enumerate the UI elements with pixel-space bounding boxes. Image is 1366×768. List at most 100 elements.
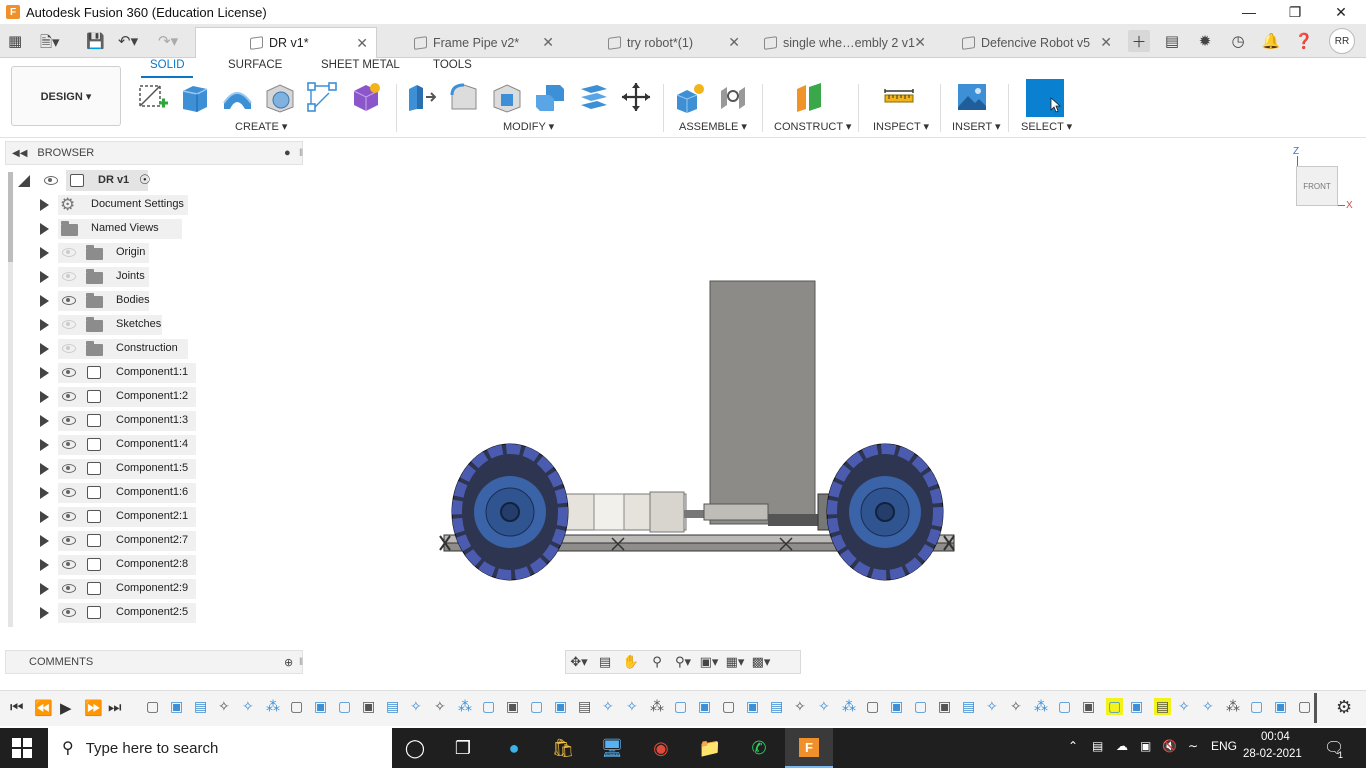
file-explorer-icon[interactable]: 📁 (695, 734, 725, 762)
visibility-eye-icon[interactable] (62, 488, 76, 497)
timeline-feature-icon[interactable]: ▢ (1106, 698, 1124, 715)
shell-icon[interactable] (490, 80, 524, 114)
timeline-feature-icon[interactable]: ▢ (866, 698, 879, 715)
timeline-feature-icon[interactable]: ▢ (482, 698, 495, 715)
timeline-back-icon[interactable]: ⏪ (34, 699, 53, 717)
expand-triangle-icon[interactable] (40, 463, 49, 475)
modify-group-label[interactable]: MODIFY ▾ (503, 120, 554, 133)
timeline-feature-icon[interactable]: ▢ (722, 698, 735, 715)
timeline-feature-icon[interactable]: ▢ (914, 698, 927, 715)
save-icon[interactable]: 💾 (86, 32, 105, 50)
tab-tools[interactable]: TOOLS (433, 59, 472, 71)
timeline-feature-icon[interactable]: ▣ (506, 698, 519, 715)
volume-muted-icon[interactable]: 🔇 (1162, 739, 1177, 753)
tab-sheet-metal[interactable]: SHEET METAL (321, 59, 400, 71)
doc-tab-dr-v1[interactable]: DR v1* ✕ (195, 27, 377, 58)
language-indicator[interactable]: ENG (1211, 739, 1237, 753)
sweep-icon[interactable] (220, 80, 254, 114)
chrome-browser-icon[interactable]: ◉ (646, 734, 676, 762)
timeline-play-icon[interactable]: ▶ (60, 699, 72, 717)
timeline-feature-icon[interactable]: ▣ (170, 698, 183, 715)
job-status-icon[interactable]: ▤ (1161, 30, 1183, 52)
expand-triangle-icon[interactable] (40, 391, 49, 403)
timeline-feature-icon[interactable]: ▣ (938, 698, 951, 715)
close-tab-icon[interactable]: ✕ (356, 35, 368, 52)
expand-triangle-icon[interactable] (40, 559, 49, 571)
timeline-feature-icon[interactable]: ✧ (410, 698, 422, 715)
timeline-feature-icon[interactable]: ⁂ (650, 698, 664, 715)
timeline-last-icon[interactable]: ⏭ (108, 699, 122, 716)
cortana-circle-icon[interactable]: ◯ (400, 734, 430, 762)
expand-triangle-icon[interactable] (40, 439, 49, 451)
tab-solid[interactable]: SOLID (150, 59, 185, 71)
minimize-button[interactable]: — (1226, 0, 1272, 24)
view-cube-front-face[interactable]: FRONT (1296, 166, 1338, 206)
inspect-group-label[interactable]: INSPECT ▾ (873, 120, 929, 133)
history-clock-icon[interactable]: ◷ (1227, 30, 1249, 52)
doc-tab-frame-pipe[interactable]: Frame Pipe v2* ✕ (382, 27, 562, 58)
close-tab-icon[interactable]: ✕ (542, 34, 554, 51)
doc-tab-defencive-robot[interactable]: Defencive Robot v5 ✕ (938, 27, 1120, 58)
browser-row[interactable]: Component1:1 (38, 362, 208, 384)
workspace-switcher-button[interactable]: DESIGN ▾ (11, 66, 121, 126)
robot-model-render[interactable] (304, 138, 1366, 688)
browser-row[interactable]: Component2:7 (38, 530, 208, 552)
visibility-eye-icon[interactable] (62, 272, 76, 281)
timeline-feature-icon[interactable]: ▢ (1298, 698, 1311, 715)
visibility-eye-icon[interactable] (62, 392, 76, 401)
browser-row[interactable]: Component2:9 (38, 578, 208, 600)
construct-group-label[interactable]: CONSTRUCT ▾ (774, 120, 851, 133)
display-settings-icon[interactable]: ▣▾ (696, 654, 722, 670)
timeline-marker[interactable] (1314, 693, 1317, 723)
expand-triangle-icon[interactable] (40, 511, 49, 523)
press-pull-icon[interactable] (403, 80, 437, 114)
task-view-icon[interactable]: ❐ (448, 734, 478, 762)
close-tab-icon[interactable]: ✕ (728, 34, 740, 51)
visibility-eye-icon[interactable] (62, 320, 76, 329)
visibility-eye-icon[interactable] (44, 176, 58, 185)
visibility-eye-icon[interactable] (62, 464, 76, 473)
orbit-icon[interactable]: ✥▾ (566, 654, 592, 670)
browser-row[interactable]: Named Views (38, 218, 208, 240)
fit-zoom-icon[interactable]: ⚲▾ (670, 654, 696, 670)
viewports-icon[interactable]: ▩▾ (748, 654, 774, 670)
timeline-feature-icon[interactable]: ▤ (1154, 698, 1172, 715)
timeline-first-icon[interactable]: ⏮ (10, 699, 24, 716)
visibility-eye-icon[interactable] (62, 344, 76, 353)
offset-plane-icon[interactable] (792, 80, 826, 114)
insert-image-icon[interactable] (955, 80, 989, 114)
timeline-feature-icon[interactable]: ✧ (1178, 698, 1190, 715)
microsoft-store-icon[interactable]: 🛍 (548, 734, 578, 762)
expand-triangle-icon[interactable] (40, 583, 49, 595)
edge-browser-icon[interactable]: ● (499, 734, 529, 762)
visibility-eye-icon[interactable] (62, 416, 76, 425)
browser-row[interactable]: Bodies (38, 290, 208, 312)
timeline-feature-icon[interactable]: ✧ (626, 698, 638, 715)
timeline-feature-icon[interactable]: ▣ (362, 698, 375, 715)
redo-icon[interactable]: ↷▾ (158, 32, 178, 50)
browser-row[interactable]: Component1:5 (38, 458, 208, 480)
data-panel-grid-icon[interactable]: ▦ (8, 32, 22, 50)
timeline-feature-icon[interactable]: ⁂ (1226, 698, 1240, 715)
expand-triangle-icon[interactable] (40, 487, 49, 499)
timeline-feature-icon[interactable]: ▣ (554, 698, 567, 715)
expand-triangle-icon[interactable] (40, 271, 49, 283)
timeline-feature-icon[interactable]: ▤ (962, 698, 975, 715)
timeline-feature-icon[interactable]: ✧ (242, 698, 254, 715)
browser-row[interactable]: Construction (38, 338, 208, 360)
look-at-icon[interactable]: ▤ (592, 654, 618, 670)
visibility-eye-icon[interactable] (62, 608, 76, 617)
close-tab-icon[interactable]: ✕ (1100, 34, 1112, 51)
onedrive-cloud-icon[interactable]: ☁ (1116, 739, 1128, 753)
timeline-feature-icon[interactable]: ✧ (218, 698, 230, 715)
replace-face-icon[interactable] (576, 80, 610, 114)
pan-hand-icon[interactable]: ✋ (618, 654, 644, 670)
expand-triangle-icon[interactable] (40, 199, 49, 211)
measure-icon[interactable] (882, 80, 916, 114)
new-tab-plus-icon[interactable]: ＋ (1128, 30, 1150, 52)
visibility-eye-icon[interactable] (62, 440, 76, 449)
timeline-feature-icon[interactable]: ✧ (602, 698, 614, 715)
joint-icon[interactable] (716, 80, 750, 114)
wifi-icon[interactable]: ∼ (1188, 739, 1198, 753)
tab-surface[interactable]: SURFACE (228, 59, 282, 71)
